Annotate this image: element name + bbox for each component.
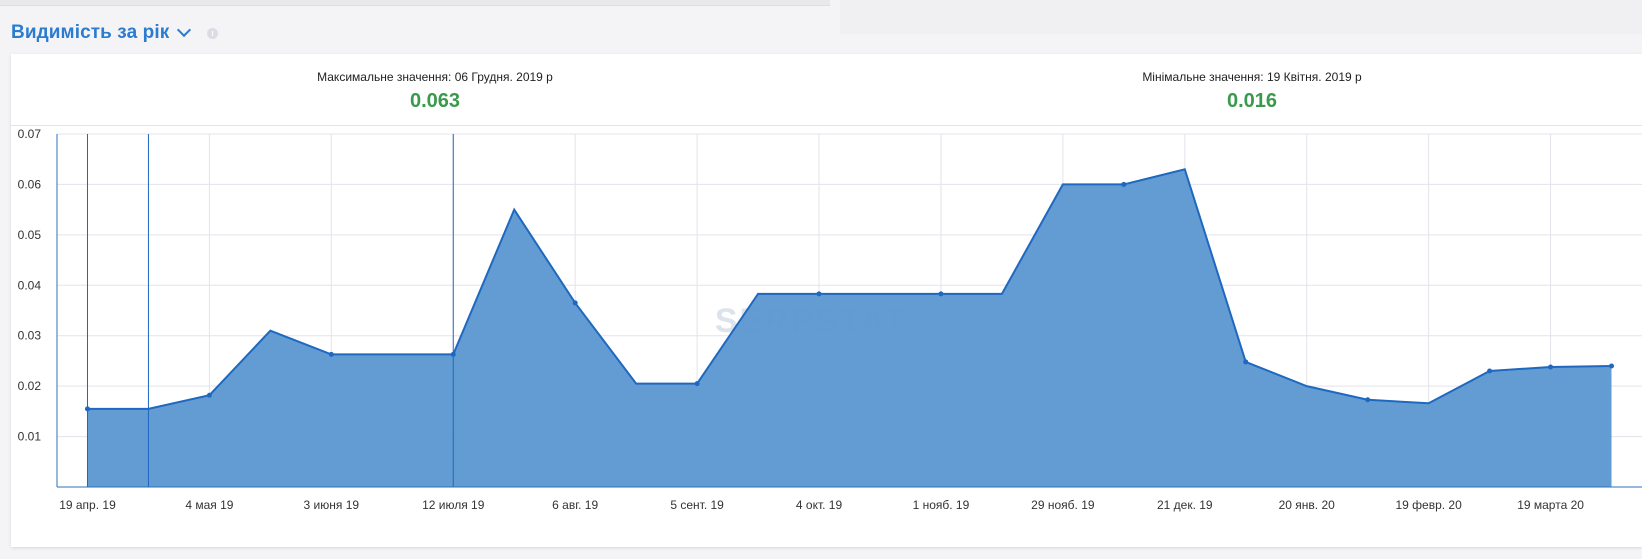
x-tick-label: 1 нояб. 19 — [913, 498, 970, 512]
data-point — [1609, 363, 1615, 369]
x-tick-label: 4 мая 19 — [185, 498, 233, 512]
data-point — [1487, 368, 1493, 374]
data-point — [572, 300, 578, 306]
top-strip — [0, 0, 830, 6]
y-tick-label: 0.04 — [18, 278, 42, 292]
x-tick-label: 12 июля 19 — [422, 498, 485, 512]
x-tick-label: 29 нояб. 19 — [1031, 498, 1095, 512]
visibility-chart: SERPSTAT 0.010.020.030.040.050.060.0719 … — [18, 127, 1642, 512]
y-tick-label: 0.02 — [18, 379, 42, 393]
data-point — [206, 392, 212, 398]
area-fill — [87, 169, 1612, 488]
x-tick-label: 20 янв. 20 — [1279, 498, 1336, 512]
data-point — [450, 351, 456, 357]
data-point — [328, 351, 334, 357]
section-header: Видимість за рік — [11, 20, 219, 46]
y-tick-label: 0.07 — [18, 127, 42, 141]
visibility-card: Максимальне значення: 06 Грудня. 2019 р … — [11, 54, 1642, 547]
data-point — [1365, 397, 1371, 403]
data-point — [1243, 359, 1249, 365]
x-tick-label: 19 февр. 20 — [1395, 498, 1462, 512]
data-point — [938, 291, 944, 297]
x-tick-label: 6 авг. 19 — [552, 498, 598, 512]
data-point — [694, 381, 700, 387]
data-point — [1121, 181, 1127, 187]
series-area — [87, 168, 1612, 488]
chevron-down-icon[interactable] — [177, 22, 192, 38]
y-tick-label: 0.05 — [18, 228, 42, 242]
x-tick-label: 3 июня 19 — [304, 498, 360, 512]
data-point — [816, 291, 822, 297]
y-tick-label: 0.06 — [18, 177, 42, 191]
x-tick-label: 19 апр. 19 — [59, 498, 116, 512]
section-title[interactable]: Видимість за рік — [11, 22, 169, 44]
x-tick-label: 19 марта 20 — [1517, 498, 1584, 512]
y-tick-label: 0.01 — [18, 430, 42, 444]
top-strip-right — [840, 0, 1642, 34]
x-tick-label: 5 сент. 19 — [670, 498, 724, 512]
x-tick-label: 21 дек. 19 — [1157, 498, 1213, 512]
y-tick-label: 0.03 — [18, 329, 42, 343]
x-tick-label: 4 окт. 19 — [796, 498, 843, 512]
info-icon[interactable] — [207, 27, 219, 39]
data-point — [1548, 364, 1554, 370]
data-point — [84, 406, 90, 412]
